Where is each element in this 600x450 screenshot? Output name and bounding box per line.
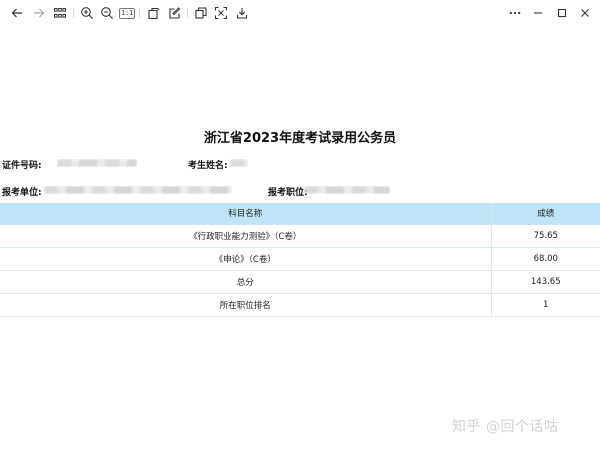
thumbnails-button[interactable] [52, 5, 68, 21]
applied-unit-value-redacted [44, 186, 232, 194]
watermark: 知乎 @回个话咕 [452, 419, 559, 435]
score-cell: 75.65 [490, 224, 600, 248]
subject-cell: 所在职位排名 [0, 293, 491, 317]
minimize-icon [534, 12, 542, 14]
zoom-out-icon [101, 7, 113, 19]
subject-cell: 《行政职业能力测验》（C卷） [0, 224, 491, 248]
maximize-icon [557, 8, 567, 18]
document-title: 浙江省2023年度考试录用公务员 [203, 131, 397, 146]
id-number-value-redacted [57, 159, 137, 167]
copy-button[interactable] [193, 5, 209, 21]
toolbar-separator [139, 8, 140, 18]
actual-size-button[interactable]: 1:1 [119, 5, 135, 21]
redaction-blur [57, 159, 137, 167]
toolbar-separator [73, 8, 74, 18]
download-icon [236, 8, 248, 19]
candidate-name-value-redacted [230, 159, 248, 167]
applied-unit-label: 报考单位: [2, 188, 42, 198]
edit-button[interactable] [167, 5, 183, 21]
candidate-name-label: 考生姓名: [188, 161, 228, 171]
minimize-button[interactable] [530, 5, 546, 21]
score-table: 科目名称 成绩 《行政职业能力测验》（C卷） 75.65 《申论》（C卷） 68… [0, 203, 600, 317]
copy-icon [195, 7, 207, 19]
applied-position-label: 报考职位: [268, 188, 308, 198]
applied-position-value-redacted [304, 186, 390, 194]
redaction-blur [230, 159, 248, 167]
actual-size-icon: 1:1 [119, 7, 135, 19]
subject-cell: 总分 [0, 270, 491, 294]
close-button[interactable] [577, 5, 593, 21]
rotate-icon [148, 7, 160, 20]
image-viewer-window: 1:1 浙江省2023年度考试录用公务员 证件号码: 考生姓名: 报考单位: 报… [0, 0, 600, 450]
table-row: 《申论》（C卷） 68.00 [0, 247, 600, 271]
rotate-button[interactable] [146, 5, 162, 21]
redaction-blur [304, 186, 390, 194]
close-icon [581, 9, 589, 17]
subject-cell: 《申论》（C卷） [0, 247, 491, 271]
back-button[interactable] [9, 5, 25, 21]
arrow-right-icon [34, 8, 45, 18]
table-row: 总分 143.65 [0, 270, 600, 294]
edit-icon [169, 7, 181, 19]
toolbar: 1:1 [0, 0, 600, 26]
screenshot-ocr-button[interactable] [213, 5, 229, 21]
score-header: 成绩 [490, 203, 600, 225]
table-row: 所在职位排名 1 [0, 293, 600, 317]
zoom-in-button[interactable] [79, 5, 95, 21]
more-icon [509, 11, 521, 15]
grid-icon [54, 8, 66, 18]
id-number-label: 证件号码: [2, 161, 42, 171]
maximize-button[interactable] [554, 5, 570, 21]
zoom-out-button[interactable] [99, 5, 115, 21]
toolbar-separator [187, 8, 188, 18]
zoom-in-icon [81, 7, 93, 19]
redaction-blur [44, 186, 232, 194]
table-row: 《行政职业能力测验》（C卷） 75.65 [0, 224, 600, 248]
subject-header: 科目名称 [0, 203, 491, 225]
arrow-left-icon [11, 8, 22, 18]
more-button[interactable] [507, 5, 523, 21]
score-cell: 1 [490, 293, 600, 317]
score-cell: 143.65 [490, 270, 600, 294]
score-cell: 68.00 [490, 247, 600, 271]
table-header-row: 科目名称 成绩 [0, 203, 600, 225]
forward-button[interactable] [31, 5, 47, 21]
download-button[interactable] [234, 5, 250, 21]
scan-icon [214, 6, 228, 20]
